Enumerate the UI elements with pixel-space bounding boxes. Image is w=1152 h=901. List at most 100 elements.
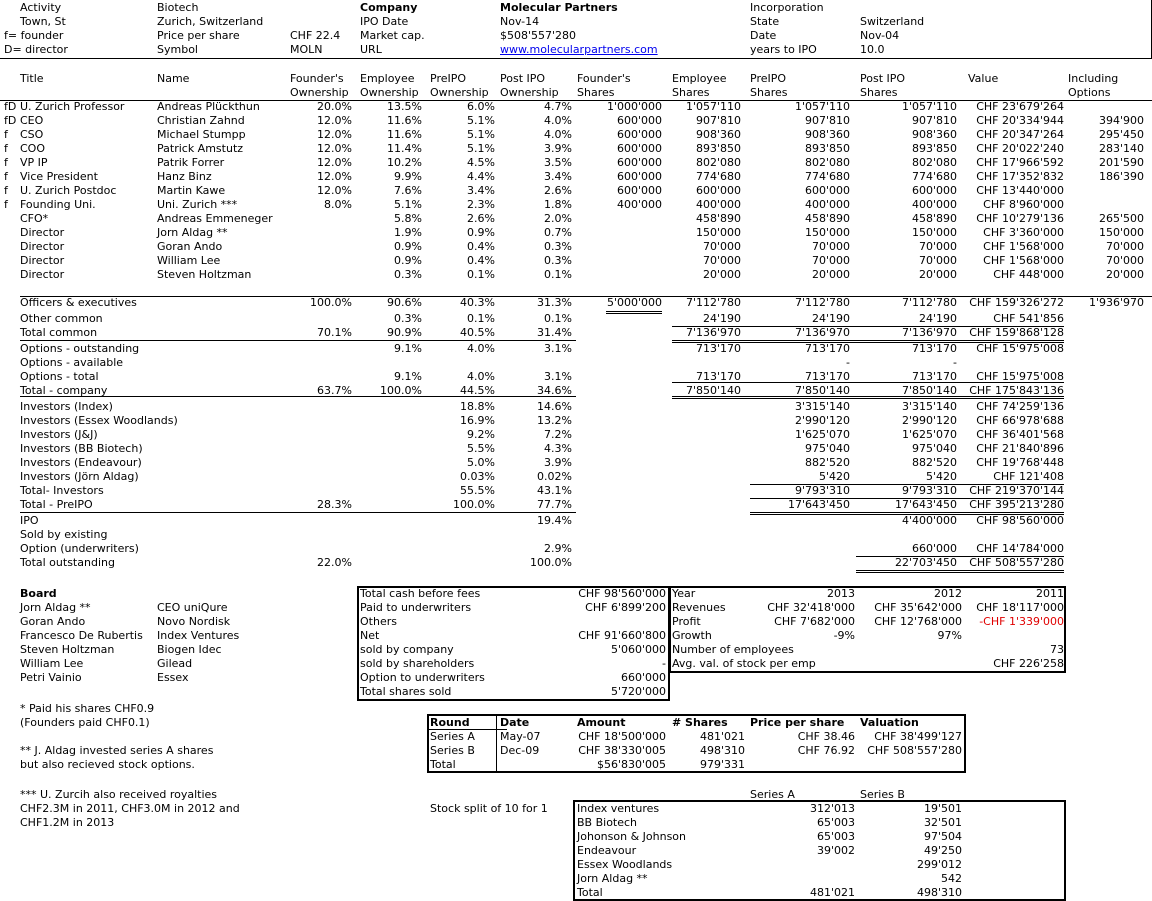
cell-ps: 713'170 [804,342,850,355]
cell-eo [360,442,422,456]
total-preipo-top-rule [750,498,1064,499]
cell-fo [290,312,352,326]
cell-val: CHF 1'568'000 [983,240,1064,253]
cell-fs [577,356,662,370]
cell-val: CHF 1'568'000 [983,254,1064,267]
cell-fs [577,254,662,268]
cell-inc: 186'390 [1098,170,1144,183]
cell-po: 5.0% [467,456,495,469]
cell-is: 7'136'970 [901,326,957,339]
cell-es: 600'000 [695,184,741,197]
cell-is: 150'000 [911,226,957,239]
cell-val: CHF 13'440'000 [976,184,1064,197]
header-divider [0,58,1152,59]
cell-io: 7.2% [544,428,572,441]
cell-is: 893'850 [911,142,957,155]
cell-po: 5.5% [467,442,495,455]
cell-val: CHF 66'978'688 [976,414,1064,427]
board-member-name: Petri Vainio [20,671,82,684]
cell-io: 0.3% [544,254,572,267]
ipo-date-label: IPO Date [360,15,409,28]
person-name: Uni. Zurich *** [157,198,238,211]
cell-es: 774'680 [695,170,741,183]
director-legend: D= director [4,43,68,56]
cell-fs [577,400,662,414]
series-b-shares: 542 [941,872,962,885]
series-investor-name: Total [577,886,603,899]
cell-eo: 10.2% [387,156,422,169]
cell-inc [1068,326,1144,340]
cell-io: 0.7% [544,226,572,239]
summary-title: Total outstanding [20,556,115,569]
cell-io: 3.9% [544,456,572,469]
cell-eo: 9.9% [394,170,422,183]
cell-ps: 600'000 [804,184,850,197]
cell-inc [1068,428,1144,442]
summary-title: Investors (J&J) [20,428,98,441]
cell-io: 77.7% [537,498,572,511]
cell-fs [577,542,662,556]
cell-ps: 24'190 [811,312,850,325]
url-label: URL [360,43,382,56]
fin-y2012 [860,657,962,671]
cell-eo [360,514,422,528]
cell-po: 2.6% [467,212,495,225]
symbol-label: Symbol [157,43,198,56]
cell-ps: 9'793'310 [794,484,850,497]
cell-io: 0.1% [544,312,572,325]
cell-eo: 5.8% [394,212,422,225]
round-date: Dec-09 [500,744,540,757]
date-label: Date [750,29,777,42]
cell-val: CHF 395'213'280 [969,498,1064,511]
cell-fs [577,268,662,282]
person-title: COO [20,142,45,155]
col-founder-own: Founder's [290,72,344,85]
total-common-rule [20,340,576,341]
cell-es: 70'000 [702,240,741,253]
fin-label: Profit [672,615,701,628]
summary-title: Officers & executives [20,296,137,309]
cell-io: 3.4% [544,170,572,183]
round-shares: 979'331 [699,758,745,771]
cell-po: 16.9% [460,414,495,427]
cash-label: Others [360,615,397,628]
cell-fs [577,484,662,498]
cell-ps: 3'315'140 [794,400,850,413]
cell-po: 4.5% [467,156,495,169]
role-flag: fD [4,100,17,113]
round-round: Series A [430,730,475,743]
cell-fo: 22.0% [317,556,352,569]
cell-is: 3'315'140 [901,400,957,413]
summary-title: Other common [20,312,103,325]
total-company-top-rule [672,382,1064,383]
cell-val: CHF 20'334'944 [976,114,1064,127]
col-preipo-shares-2: Shares [750,86,788,99]
person-title: Founding Uni. [20,198,96,211]
series-investor-name: Essex Woodlands [577,858,673,871]
cell-io: 2.0% [544,212,572,225]
company-url-link[interactable]: www.molecularpartners.com [500,43,658,57]
cell-inc: 70'000 [1105,254,1144,267]
fin-y2012 [860,643,962,657]
cell-inc: 295'450 [1098,128,1144,141]
cell-fo: 12.0% [317,184,352,197]
cell-val: CHF 23'679'264 [976,100,1064,113]
series-investor-name: BB Biotech [577,816,638,829]
fin-label: Growth [672,629,712,642]
series-b-shares: 299'012 [916,858,962,871]
price-value: CHF 22.4 [290,29,341,42]
cell-fs: 600'000 [616,184,662,197]
person-title: Vice President [20,170,98,183]
cell-fs [577,312,662,326]
cell-io: 2.9% [544,542,572,555]
cell-eo: 1.9% [394,226,422,239]
mcap-value: $508'557'280 [500,29,577,42]
col-including: Including [1068,72,1119,85]
cell-ps: 893'850 [804,142,850,155]
role-flag: f [4,128,8,141]
cell-fs: 1'000'000 [606,100,662,113]
cell-fo: 12.0% [317,128,352,141]
cash-value: 5'720'000 [610,685,666,698]
cell-es [672,428,741,442]
state-label: State [750,15,780,28]
